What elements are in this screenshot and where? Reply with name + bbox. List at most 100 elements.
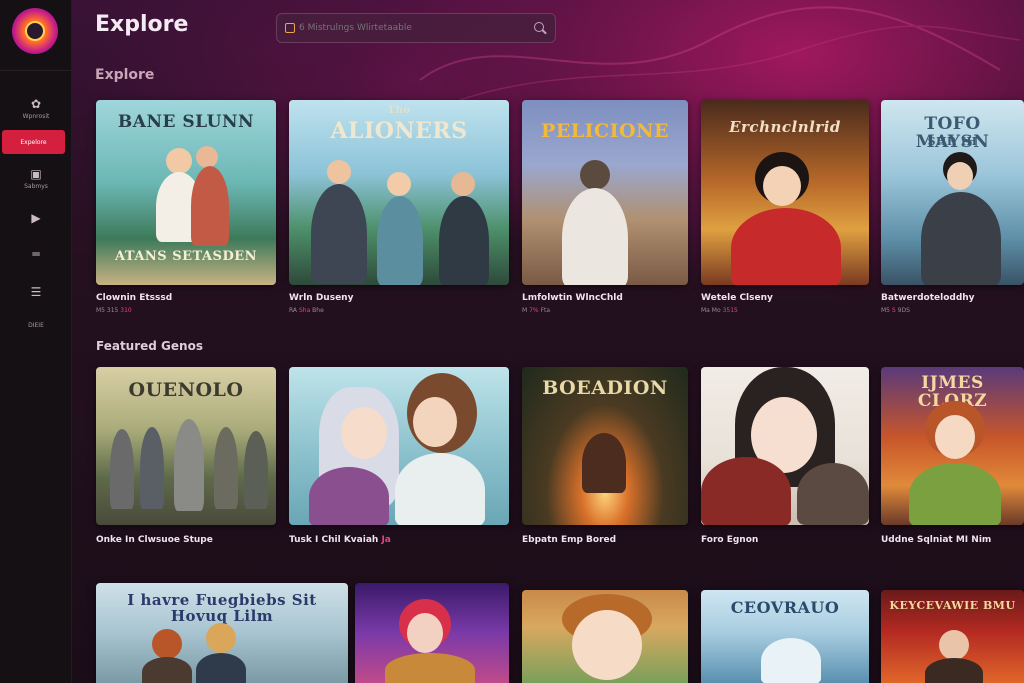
card-artwork bbox=[701, 367, 869, 525]
character-head bbox=[387, 172, 411, 196]
character-figure bbox=[439, 196, 489, 285]
character-figure bbox=[214, 427, 238, 509]
card-artwork: CEOVRAUO bbox=[701, 590, 869, 683]
card-row2-3[interactable]: BOEADION bbox=[522, 367, 688, 525]
character-head bbox=[166, 148, 192, 174]
character-figure bbox=[196, 653, 246, 683]
card-row2-5[interactable]: IJMES CLORZ bbox=[881, 367, 1024, 525]
card-artwork bbox=[522, 590, 688, 683]
card-row3-5[interactable]: KEYCEVAWIE BMU bbox=[881, 590, 1024, 683]
menu-icon: ☰ bbox=[30, 285, 42, 299]
card-artwork: OUENOLO bbox=[96, 367, 276, 525]
card-row3-4[interactable]: CEOVRAUO bbox=[701, 590, 869, 683]
card-caption: Ebpatn Emp Bored bbox=[522, 535, 617, 545]
character-figure bbox=[797, 463, 869, 525]
card-row1-2[interactable]: Tho ALIONERS bbox=[289, 100, 509, 285]
character-figure bbox=[311, 184, 367, 284]
character-hair bbox=[152, 629, 182, 659]
character-figure bbox=[385, 653, 475, 683]
character-head bbox=[341, 407, 387, 459]
page-title: Explore bbox=[95, 12, 189, 37]
character-figure bbox=[244, 431, 268, 509]
character-figure bbox=[921, 192, 1001, 285]
character-head bbox=[935, 415, 975, 459]
card-art-title: BANE SLUNN bbox=[117, 112, 255, 132]
sidebar-divider bbox=[0, 70, 72, 71]
character-figure bbox=[731, 208, 841, 285]
character-head bbox=[451, 172, 475, 196]
card-art-title: I havre Fuegbiebs Sit Hovuq Lilm bbox=[127, 591, 317, 625]
card-artwork: KEYCEVAWIE BMU bbox=[881, 590, 1024, 683]
character-figure bbox=[701, 457, 791, 525]
play-square-icon: ▣ bbox=[30, 167, 42, 181]
card-art-title: CEOVRAUO bbox=[730, 598, 840, 617]
card-caption: Clownin Etsssd bbox=[96, 293, 173, 303]
sidebar-item-play[interactable]: ▶ bbox=[0, 212, 72, 224]
card-row2-4[interactable] bbox=[701, 367, 869, 525]
card-row1-5[interactable]: TOFO MAYSN SHR IH bbox=[881, 100, 1024, 285]
card-row3-2[interactable] bbox=[355, 583, 509, 683]
card-art-title: Erchnclnlrid bbox=[729, 118, 841, 136]
character-figure bbox=[191, 166, 229, 246]
card-row3-1[interactable]: I havre Fuegbiebs Sit Hovuq Lilm bbox=[96, 583, 348, 683]
card-row3-3[interactable] bbox=[522, 590, 688, 683]
search-icon[interactable] bbox=[533, 21, 547, 35]
card-row1-1[interactable]: BANE SLUNN ATANS SETASDEN bbox=[96, 100, 276, 285]
card-row1-3[interactable]: PELICIONE bbox=[522, 100, 688, 285]
character-head bbox=[196, 146, 218, 168]
sidebar-item-label: DIEIE bbox=[28, 322, 44, 329]
card-artwork bbox=[355, 583, 509, 683]
sidebar-item-text[interactable]: DIEIE bbox=[0, 322, 72, 329]
sidebar-item-brand[interactable]: ✿ Wpnrosit bbox=[0, 98, 72, 120]
character-hair bbox=[206, 623, 236, 653]
sidebar-item-lines[interactable]: ═ bbox=[0, 248, 72, 260]
search-input[interactable] bbox=[299, 23, 533, 33]
sidebar-item-explore[interactable]: Expelore bbox=[2, 130, 65, 154]
card-art-title: OUENOLO bbox=[128, 379, 244, 401]
card-meta: M5 S 9DS bbox=[881, 307, 910, 314]
card-row1-4[interactable]: Erchnclnlrid bbox=[701, 100, 869, 285]
character-figure bbox=[925, 658, 983, 683]
filter-chip-icon bbox=[285, 23, 295, 33]
card-caption: Wetele Clseny bbox=[701, 293, 773, 303]
sidebar: ✿ Wpnrosit Expelore ▣ Sabmys ▶ ═ ☰ DIEIE bbox=[0, 0, 72, 683]
card-art-title: KEYCEVAWIE BMU bbox=[889, 599, 1016, 612]
section-title-featured: Featured Genos bbox=[96, 339, 203, 353]
sidebar-item-menu[interactable]: ☰ bbox=[0, 286, 72, 298]
sidebar-item-label: Wpnrosit bbox=[22, 113, 50, 120]
character-figure bbox=[582, 433, 626, 493]
card-caption: Wrln Duseny bbox=[289, 293, 354, 303]
card-caption: Lmfolwtin WlncChld bbox=[522, 293, 623, 303]
card-row2-1[interactable]: OUENOLO bbox=[96, 367, 276, 525]
character-figure bbox=[909, 463, 1001, 525]
logo-face-icon bbox=[25, 21, 45, 41]
play-icon: ▶ bbox=[31, 211, 41, 225]
card-artwork: IJMES CLORZ bbox=[881, 367, 1024, 525]
card-art-subtitle: ATANS SETASDEN bbox=[114, 249, 258, 264]
card-artwork bbox=[289, 367, 509, 525]
wave-shape bbox=[761, 638, 821, 683]
character-head bbox=[947, 162, 973, 190]
app-logo[interactable] bbox=[12, 8, 58, 54]
character-figure bbox=[309, 467, 389, 525]
card-caption: Foro Egnon bbox=[701, 535, 759, 545]
character-head bbox=[413, 397, 457, 447]
character-head bbox=[572, 610, 642, 680]
character-figure bbox=[142, 657, 192, 683]
card-art-subtitle: Tho bbox=[387, 105, 411, 116]
sidebar-item-subs[interactable]: ▣ Sabmys bbox=[0, 168, 72, 190]
card-caption: Uddne Sqlniat MI Nim bbox=[881, 535, 992, 545]
search-bar[interactable] bbox=[276, 13, 556, 43]
card-artwork: BANE SLUNN ATANS SETASDEN bbox=[96, 100, 276, 285]
card-meta: RA Sha Bhe bbox=[289, 307, 324, 314]
card-art-title: BOEADION bbox=[542, 377, 668, 399]
card-row2-2[interactable] bbox=[289, 367, 509, 525]
card-artwork: Erchnclnlrid bbox=[701, 100, 869, 285]
character-head bbox=[407, 613, 443, 653]
card-caption: Onke In Clwsuoe Stupe bbox=[96, 535, 213, 545]
card-caption: Tusk I Chil Kvaiah Ja bbox=[289, 535, 391, 545]
card-artwork: Tho ALIONERS bbox=[289, 100, 509, 285]
character-head bbox=[327, 160, 351, 184]
character-figure bbox=[562, 188, 628, 285]
card-artwork: PELICIONE bbox=[522, 100, 688, 285]
